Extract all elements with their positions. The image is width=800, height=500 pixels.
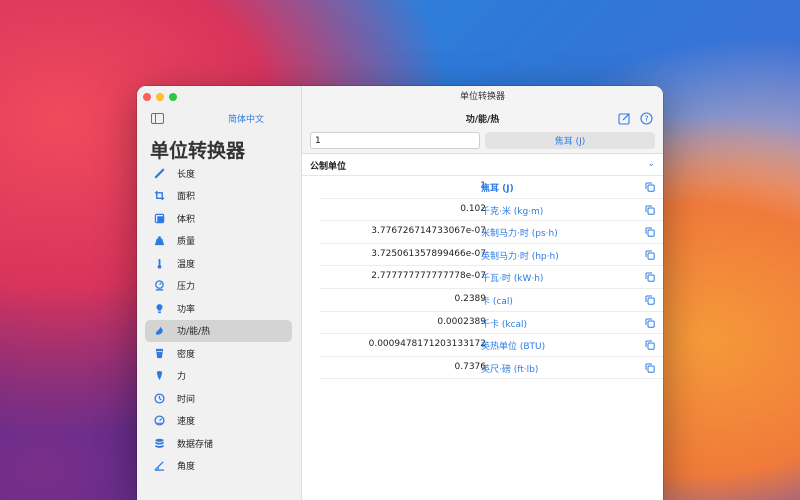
result-row: 1 焦耳 (J) — [320, 176, 663, 199]
ruler-icon — [153, 167, 165, 179]
sidebar-item-label: 密度 — [177, 349, 196, 360]
bulb-icon — [153, 302, 165, 314]
sidebar-toggle-icon[interactable] — [151, 113, 164, 124]
result-row: 3.776726714733067e-07 米制马力·时 (ps·h) — [320, 221, 663, 244]
crop-icon — [153, 190, 165, 202]
copy-icon[interactable] — [645, 363, 655, 373]
zoom-button[interactable] — [169, 93, 177, 101]
sidebar-item-label: 力 — [177, 372, 187, 383]
angle-icon — [153, 460, 165, 472]
main-panel: 单位转换器 功/能/热 ? 焦耳 (J) 公制单位 ⌄ 1焦耳 (J)0.102… — [302, 86, 663, 500]
result-unit: 千卡 (kcal) — [481, 319, 528, 330]
result-row: 2.777777777777778e-07 千瓦·时 (kW·h) — [320, 266, 663, 289]
page-title: 功/能/热 — [465, 115, 500, 125]
result-unit: 英热单位 (BTU) — [481, 342, 546, 353]
app-title: 单位转换器 — [150, 140, 246, 162]
results-list: 1 焦耳 (J) 0.102 千克·米 (kg·m) 3.776726714733067… — [320, 176, 663, 380]
copy-icon[interactable] — [645, 205, 655, 215]
value-input[interactable] — [310, 132, 480, 149]
sidebar-item-area[interactable]: 面积 — [145, 185, 292, 208]
result-value: 3.725061357899466e-07 — [371, 248, 486, 259]
force-icon — [153, 370, 165, 382]
section-title: 公制单位 — [310, 162, 347, 172]
speedometer-icon — [153, 415, 165, 427]
sidebar-item-label: 体积 — [177, 214, 196, 225]
scale-icon — [153, 235, 165, 247]
gauge-icon — [153, 280, 165, 292]
copy-icon[interactable] — [645, 182, 655, 192]
sidebar-item-label: 温度 — [177, 259, 196, 270]
minimize-button[interactable] — [156, 93, 164, 101]
sidebar-nav: 长度 面积 体积 质量 温度 压力 功率 功/能/热 密度 力 时间 速度 数据… — [145, 162, 292, 477]
close-button[interactable] — [143, 93, 151, 101]
svg-text:?: ? — [644, 114, 648, 123]
edit-icon[interactable] — [618, 112, 631, 125]
result-unit: 千瓦·时 (kW·h) — [481, 274, 544, 285]
sidebar-item-label: 长度 — [177, 169, 196, 180]
sidebar-item-label: 功率 — [177, 304, 196, 315]
window-title: 单位转换器 — [302, 86, 663, 108]
copy-icon[interactable] — [645, 295, 655, 305]
result-value: 0.0009478171203133172 — [368, 339, 486, 350]
sidebar-item-label: 压力 — [177, 282, 196, 293]
sidebar-item-time[interactable]: 时间 — [145, 387, 292, 410]
sidebar-item-label: 角度 — [177, 462, 196, 473]
result-unit: 焦耳 (J) — [481, 184, 514, 194]
result-unit: 米制马力·时 (ps·h) — [481, 229, 558, 240]
sidebar-item-data-storage[interactable]: 数据存储 — [145, 432, 292, 455]
density-icon — [153, 347, 165, 359]
sidebar: 简体中文 单位转换器 长度 面积 体积 质量 温度 压力 功率 功/能/热 密度… — [137, 86, 302, 500]
sidebar-item-label: 数据存储 — [177, 439, 214, 450]
thermometer-icon — [153, 257, 165, 269]
sidebar-item-label: 时间 — [177, 394, 196, 405]
result-row: 0.102 千克·米 (kg·m) — [320, 199, 663, 222]
result-row: 0.2389 卡 (cal) — [320, 289, 663, 312]
result-unit: 千克·米 (kg·m) — [481, 206, 544, 217]
sidebar-item-label: 速度 — [177, 417, 196, 428]
sidebar-item-speed[interactable]: 速度 — [145, 410, 292, 433]
copy-icon[interactable] — [645, 340, 655, 350]
toolbar: 功/能/热 ? — [302, 108, 663, 130]
input-row: 焦耳 (J) — [302, 130, 663, 154]
result-row: 3.725061357899466e-07 英制马力·时 (hp·h) — [320, 244, 663, 267]
chevron-down-icon[interactable]: ⌄ — [647, 159, 655, 169]
language-button[interactable]: 简体中文 — [228, 112, 264, 125]
sidebar-item-density[interactable]: 密度 — [145, 342, 292, 365]
sidebar-item-energy[interactable]: 功/能/热 — [145, 319, 292, 342]
database-icon — [153, 437, 165, 449]
result-row: 0.7376 英尺·磅 (ft·lb) — [320, 357, 663, 380]
copy-icon[interactable] — [645, 318, 655, 328]
sidebar-item-mass[interactable]: 质量 — [145, 230, 292, 253]
sidebar-item-label: 质量 — [177, 237, 196, 248]
sidebar-item-length[interactable]: 长度 — [145, 162, 292, 185]
sidebar-item-temperature[interactable]: 温度 — [145, 252, 292, 275]
copy-icon[interactable] — [645, 250, 655, 260]
app-window: 简体中文 单位转换器 长度 面积 体积 质量 温度 压力 功率 功/能/热 密度… — [137, 86, 663, 500]
result-unit: 卡 (cal) — [481, 296, 513, 307]
result-value: 3.776726714733067e-07 — [371, 226, 486, 237]
sidebar-item-pressure[interactable]: 压力 — [145, 275, 292, 298]
section-header[interactable]: 公制单位 ⌄ — [302, 154, 663, 176]
help-icon[interactable]: ? — [640, 112, 653, 125]
sidebar-item-volume[interactable]: 体积 — [145, 207, 292, 230]
sidebar-item-angle[interactable]: 角度 — [145, 455, 292, 478]
clock-icon — [153, 392, 165, 404]
sidebar-item-label: 面积 — [177, 192, 196, 203]
sidebar-item-force[interactable]: 力 — [145, 365, 292, 388]
unit-select[interactable]: 焦耳 (J) — [485, 132, 655, 149]
window-controls — [143, 93, 177, 101]
result-row: 0.0009478171203133172 英热单位 (BTU) — [320, 334, 663, 357]
copy-icon[interactable] — [645, 272, 655, 283]
copy-icon[interactable] — [645, 227, 655, 237]
cube-icon — [153, 212, 165, 224]
result-value: 2.777777777777778e-07 — [371, 271, 486, 282]
sidebar-item-label: 功/能/热 — [177, 327, 211, 338]
result-row: 0.0002389 千卡 (kcal) — [320, 312, 663, 335]
result-unit: 英尺·磅 (ft·lb) — [481, 364, 539, 375]
result-unit: 英制马力·时 (hp·h) — [481, 251, 559, 262]
flame-icon — [153, 325, 165, 337]
sidebar-item-power[interactable]: 功率 — [145, 297, 292, 320]
result-value: 0.0002389 — [437, 316, 486, 327]
